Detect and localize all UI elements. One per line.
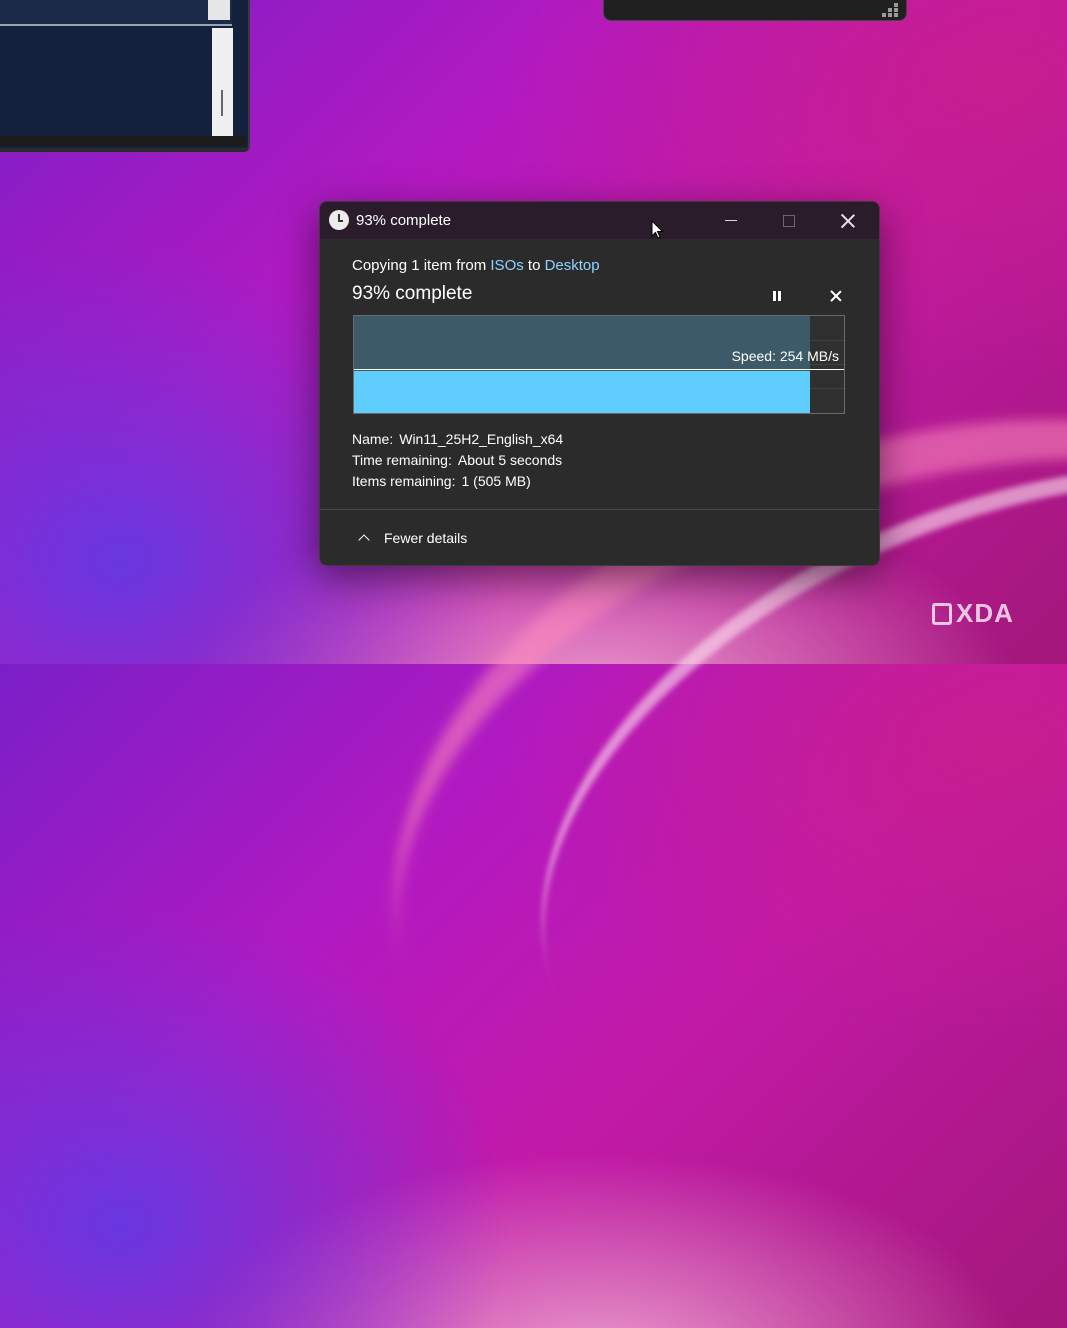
minimize-button[interactable] <box>702 202 760 239</box>
file-copy-dialog: 93% complete Copying 1 item from ISOs to… <box>319 201 880 566</box>
speed-area <box>354 371 810 413</box>
detail-time-remaining: Time remaining: About 5 seconds <box>352 452 562 468</box>
detail-items-remaining: Items remaining: 1 (505 MB) <box>352 473 531 489</box>
clock-icon <box>329 210 349 230</box>
close-button[interactable] <box>819 202 877 239</box>
source-folder-link[interactable]: ISOs <box>490 257 523 274</box>
xda-logo-mark <box>932 602 952 625</box>
name-label: Name: <box>352 431 394 447</box>
items-remaining-value: 1 (505 MB) <box>461 473 531 489</box>
cancel-icon <box>830 290 842 302</box>
pause-icon <box>773 291 776 301</box>
progress-heading: 93% complete <box>352 283 473 304</box>
minimize-icon <box>725 220 737 221</box>
transfer-speed-graph: Speed: 254 MB/s <box>353 315 845 414</box>
close-icon <box>841 214 855 228</box>
cancel-button[interactable] <box>826 286 846 306</box>
background-window-tab[interactable] <box>208 0 230 20</box>
xda-logo: XDA <box>932 598 1014 629</box>
maximize-button[interactable] <box>760 202 818 239</box>
background-window-topbar <box>0 0 232 26</box>
name-value: Win11_25H2_English_x64 <box>399 431 564 447</box>
pause-button[interactable] <box>766 286 788 306</box>
copying-prefix: Copying 1 item from <box>352 257 491 274</box>
speed-label: Speed: 254 MB/s <box>731 348 839 364</box>
xda-logo-text: XDA <box>956 598 1014 628</box>
maximize-icon <box>783 214 795 227</box>
window-title: 93% complete <box>356 212 452 229</box>
time-remaining-label: Time remaining: <box>352 452 452 468</box>
resize-grip-icon[interactable] <box>882 3 902 17</box>
scrollbar-thumb[interactable] <box>221 90 223 116</box>
divider <box>320 509 879 510</box>
destination-folder-link[interactable]: Desktop <box>545 257 600 274</box>
current-speed-line <box>354 369 844 370</box>
mouse-cursor <box>651 220 664 239</box>
fewer-details-label: Fewer details <box>384 530 468 546</box>
chevron-up-icon <box>358 534 370 546</box>
copying-middle: to <box>523 257 545 274</box>
background-window-scrollbar[interactable] <box>212 28 233 136</box>
copying-summary: Copying 1 item from ISOs to Desktop <box>352 257 600 274</box>
background-window-right[interactable] <box>603 0 907 21</box>
detail-name: Name: Win11_25H2_English_x64 <box>352 431 563 447</box>
time-remaining-value: About 5 seconds <box>457 452 563 468</box>
title-bar[interactable]: 93% complete <box>320 202 879 239</box>
background-window-bottom-edge <box>0 136 246 146</box>
background-window-left[interactable] <box>0 0 250 152</box>
items-remaining-label: Items remaining: <box>352 473 456 489</box>
fewer-details-button[interactable]: Fewer details <box>352 522 467 554</box>
